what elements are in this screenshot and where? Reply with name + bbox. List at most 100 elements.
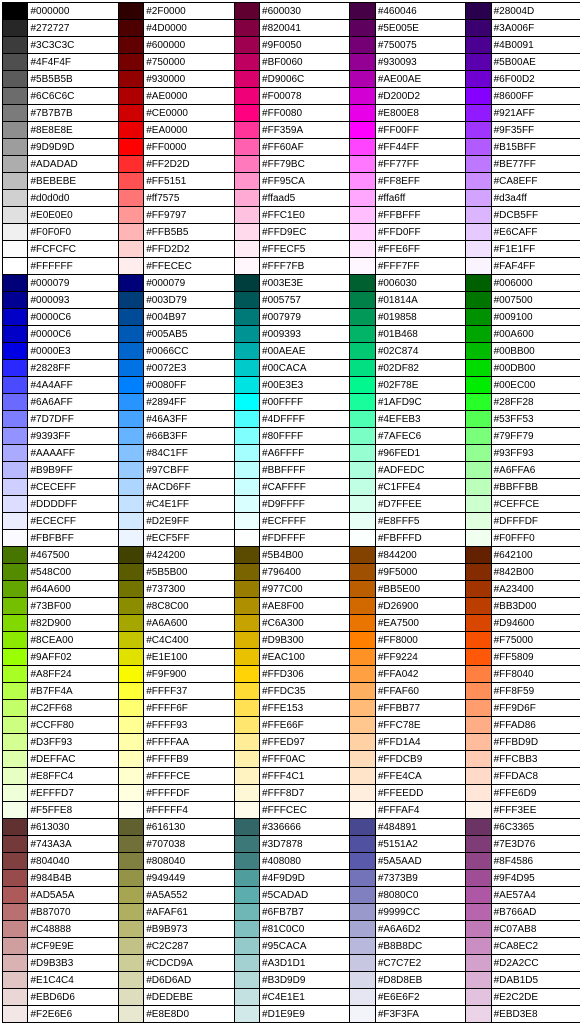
color-hex-label: #FF77FF: [375, 156, 465, 173]
color-hex-label: #5B5B5B: [28, 71, 118, 88]
color-swatch: [118, 938, 143, 955]
color-hex-label: #8C8C00: [144, 598, 234, 615]
color-swatch: [466, 309, 491, 326]
color-hex-label: #FFFFAA: [144, 734, 234, 751]
color-hex-label: #796400: [260, 564, 350, 581]
color-swatch: [118, 819, 143, 836]
color-swatch: [466, 224, 491, 241]
color-hex-label: #8600FF: [491, 88, 580, 105]
color-swatch: [118, 326, 143, 343]
color-swatch: [234, 411, 259, 428]
color-swatch: [3, 258, 28, 275]
color-hex-label: #EBD6D6: [28, 989, 118, 1006]
color-hex-label: #80FFFF: [260, 428, 350, 445]
color-hex-label: #C07AB8: [491, 921, 580, 938]
color-swatch: [118, 666, 143, 683]
color-hex-label: #4D0000: [144, 20, 234, 37]
color-swatch: [118, 785, 143, 802]
color-swatch: [3, 122, 28, 139]
color-swatch: [350, 326, 375, 343]
color-swatch: [118, 564, 143, 581]
color-swatch: [234, 989, 259, 1006]
color-hex-label: #600000: [144, 37, 234, 54]
color-swatch: [118, 190, 143, 207]
color-swatch: [350, 615, 375, 632]
color-swatch: [466, 683, 491, 700]
color-hex-label: #00EC00: [491, 377, 580, 394]
color-swatch: [466, 292, 491, 309]
color-swatch: [466, 326, 491, 343]
color-hex-label: #FFFF37: [144, 683, 234, 700]
color-swatch: [118, 3, 143, 20]
color-hex-label: #FFBB77: [375, 700, 465, 717]
color-hex-label: #3A006F: [491, 20, 580, 37]
color-hex-label: #53FF53: [491, 411, 580, 428]
color-hex-label: #EBD3E8: [491, 1006, 580, 1023]
color-swatch: [350, 3, 375, 20]
color-hex-label: #B9B973: [144, 921, 234, 938]
color-hex-label: #5E005E: [375, 20, 465, 37]
color-hex-label: #003D79: [144, 292, 234, 309]
color-swatch: [234, 258, 259, 275]
color-swatch: [350, 173, 375, 190]
color-hex-label: #FBFBFF: [28, 530, 118, 547]
color-swatch: [350, 462, 375, 479]
color-swatch: [466, 530, 491, 547]
color-hex-label: #D7FFEE: [375, 496, 465, 513]
color-hex-label: #FFBFFF: [375, 207, 465, 224]
color-hex-label: #0072E3: [144, 360, 234, 377]
color-hex-label: #AD5A5A: [28, 887, 118, 904]
color-hex-label: #FF5151: [144, 173, 234, 190]
color-swatch: [350, 156, 375, 173]
color-hex-label: #FFEEDD: [375, 785, 465, 802]
color-hex-label: #DAB1D5: [491, 972, 580, 989]
color-swatch: [234, 819, 259, 836]
color-swatch: [118, 479, 143, 496]
color-swatch: [3, 972, 28, 989]
color-swatch: [234, 105, 259, 122]
color-hex-label: #FFFAF4: [375, 802, 465, 819]
color-hex-label: #BB3D00: [491, 598, 580, 615]
color-hex-label: #009100: [491, 309, 580, 326]
color-swatch: [234, 343, 259, 360]
color-swatch: [350, 938, 375, 955]
color-hex-label: #EFFFD7: [28, 785, 118, 802]
color-swatch: [118, 649, 143, 666]
color-swatch: [3, 20, 28, 37]
color-swatch: [466, 139, 491, 156]
color-swatch: [234, 632, 259, 649]
color-swatch: [350, 20, 375, 37]
color-swatch: [234, 139, 259, 156]
color-swatch: [234, 190, 259, 207]
color-swatch: [234, 564, 259, 581]
color-hex-label: #FFECF5: [260, 241, 350, 258]
color-swatch: [350, 445, 375, 462]
color-swatch: [118, 377, 143, 394]
color-swatch: [3, 989, 28, 1006]
color-hex-label: #7D7DFF: [28, 411, 118, 428]
color-hex-label: #9F4D95: [491, 870, 580, 887]
color-swatch: [3, 377, 28, 394]
color-hex-label: #FFE66F: [260, 717, 350, 734]
color-hex-label: #CE0000: [144, 105, 234, 122]
color-swatch: [234, 938, 259, 955]
color-hex-label: #FF9797: [144, 207, 234, 224]
color-hex-label: #B9B9FF: [28, 462, 118, 479]
color-hex-label: #844200: [375, 547, 465, 564]
color-hex-label: #FF79BC: [260, 156, 350, 173]
color-swatch: [118, 411, 143, 428]
color-hex-label: #96FED1: [375, 445, 465, 462]
color-swatch: [3, 632, 28, 649]
color-swatch: [350, 598, 375, 615]
color-swatch: [350, 785, 375, 802]
color-swatch: [118, 581, 143, 598]
color-swatch: [466, 377, 491, 394]
color-swatch: [118, 54, 143, 71]
color-hex-label: #E1C4C4: [28, 972, 118, 989]
color-hex-label: #FCFCFC: [28, 241, 118, 258]
color-hex-label: #A6FFA6: [491, 462, 580, 479]
color-swatch: [234, 156, 259, 173]
color-hex-label: #842B00: [491, 564, 580, 581]
color-hex-label: #ff7575: [144, 190, 234, 207]
color-swatch: [466, 904, 491, 921]
